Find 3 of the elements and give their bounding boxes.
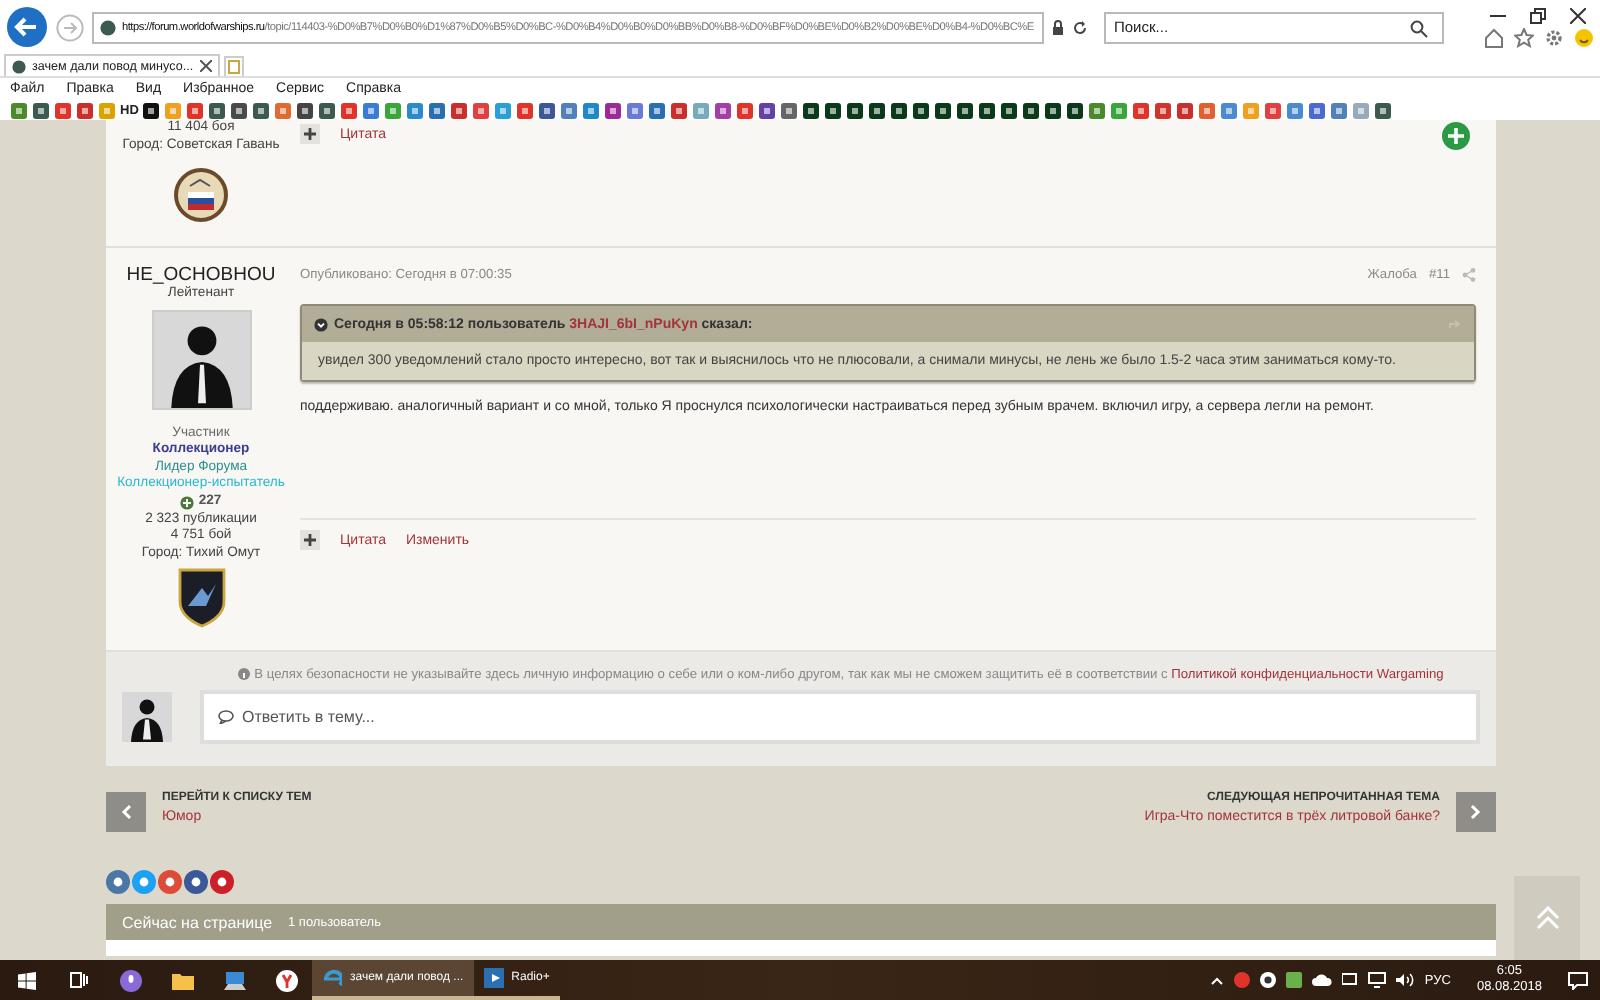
online-title: Сейчас на странице — [122, 913, 273, 931]
author-name[interactable]: HE_OCHOBHOU — [126, 264, 276, 286]
reply-field[interactable]: Ответить в тему... — [200, 690, 1480, 744]
